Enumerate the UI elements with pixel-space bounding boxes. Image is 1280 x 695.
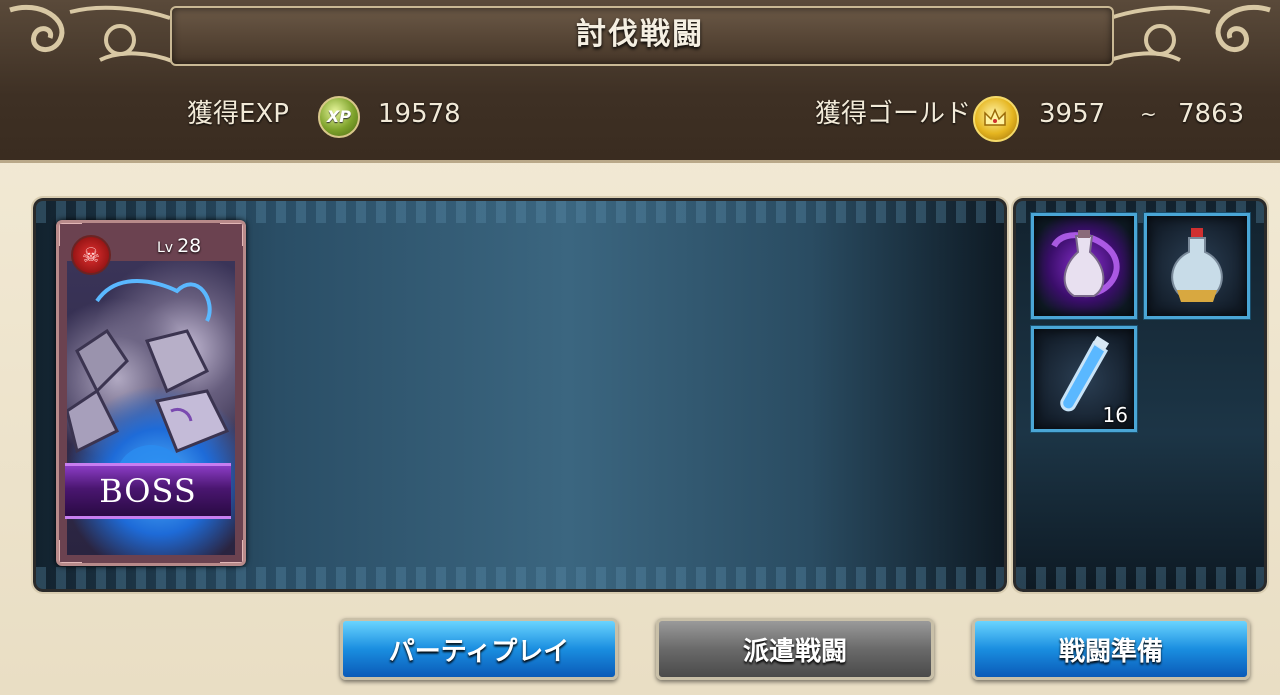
header-bar: 討伐戦闘 獲得EXP 19578 獲得ゴールド 3957 ~ 7863 XP: [0, 0, 1280, 163]
gold-range-separator: ~: [1140, 102, 1157, 126]
boss-banner: BOSS: [65, 463, 231, 519]
drop-item[interactable]: 16: [1030, 325, 1138, 433]
level-value: 28: [177, 235, 202, 257]
gold-max-value: 7863: [1178, 99, 1245, 129]
card-corner-icon: [59, 223, 82, 246]
page-title: 討伐戦闘: [576, 17, 704, 52]
drop-item[interactable]: [1143, 212, 1251, 320]
exp-label: 獲得EXP: [187, 99, 289, 129]
card-corner-icon: [220, 540, 243, 563]
drop-item[interactable]: [1030, 212, 1138, 320]
panel-pattern-bottom: [1016, 567, 1264, 589]
gold-label: 獲得ゴールド: [815, 99, 972, 129]
xp-icon: XP: [318, 96, 360, 138]
card-corner-icon: [59, 540, 82, 563]
level-prefix: Lv: [157, 240, 174, 256]
card-corner-icon: [220, 223, 243, 246]
party-play-button[interactable]: パーティプレイ: [340, 618, 618, 680]
boss-level: Lv 28: [157, 235, 201, 257]
purple-potion-icon: [1051, 230, 1120, 298]
panel-pattern-bottom: [36, 567, 1004, 589]
dispatch-battle-button[interactable]: 派遣戦闘: [656, 618, 934, 680]
boss-card[interactable]: ☠ Lv 28 BOSS: [56, 220, 246, 566]
item-count: 16: [1102, 403, 1128, 427]
battle-prepare-button[interactable]: 戦闘準備: [972, 618, 1250, 680]
exp-value: 19578: [378, 99, 461, 129]
white-potion-icon: [1171, 228, 1223, 302]
battle-screen: 討伐戦闘 獲得EXP 19578 獲得ゴールド 3957 ~ 7863 XP ☠…: [0, 0, 1280, 695]
gold-crown-coin-icon: [973, 96, 1019, 142]
reward-row: 獲得EXP 19578 獲得ゴールド 3957 ~ 7863: [0, 84, 1280, 144]
gold-min-value: 3957: [1039, 99, 1106, 129]
